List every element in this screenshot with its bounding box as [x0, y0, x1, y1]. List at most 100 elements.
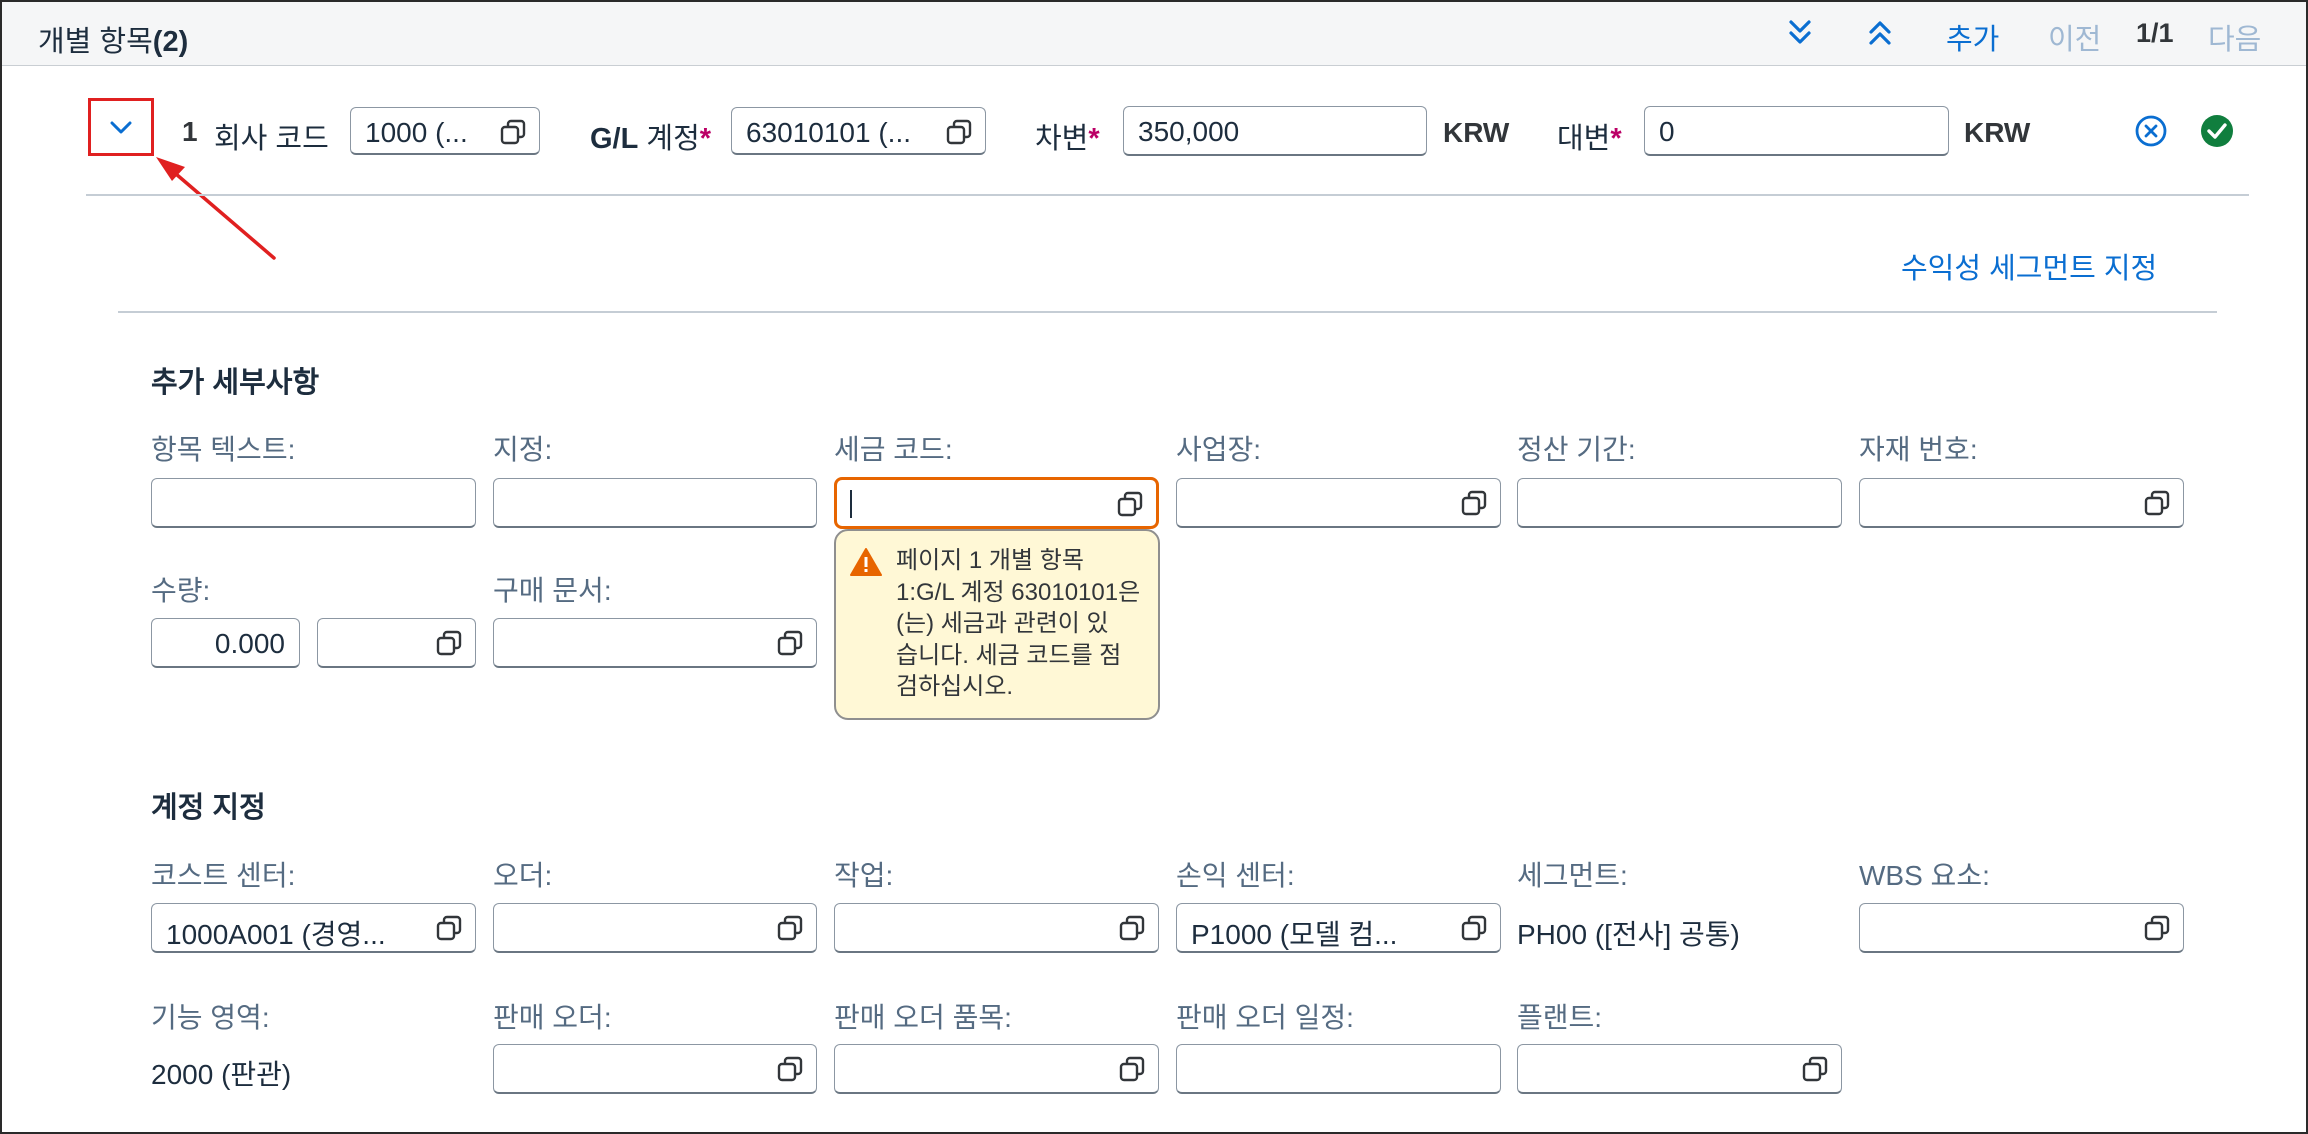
sales-order-item-label: 판매 오더 품목: — [834, 1002, 1012, 1033]
line-items-title: 개별 항목(2) — [38, 18, 188, 60]
sales-order-schedule-field[interactable] — [1176, 1044, 1501, 1094]
value-help-icon[interactable] — [2143, 489, 2171, 517]
activity-label: 작업: — [834, 860, 894, 891]
add-item-button[interactable]: 추가 — [1946, 16, 1999, 58]
item-number: 1 — [182, 116, 198, 147]
company-code-field[interactable]: 1000 (... — [350, 107, 540, 155]
required-marker: * — [699, 123, 712, 155]
item-text-label: 항목 텍스트: — [151, 434, 296, 465]
value-help-icon[interactable] — [2143, 914, 2171, 942]
item-text-field[interactable] — [151, 478, 476, 528]
page-indicator: 1/1 — [2136, 18, 2174, 48]
check-status-icon — [2201, 115, 2233, 147]
tax-code-label: 세금 코드: — [834, 434, 953, 465]
plant-field[interactable] — [1517, 1044, 1842, 1094]
credit-currency: KRW — [1964, 117, 2031, 148]
debit-label: 차변* — [1035, 115, 1100, 157]
quantity-label: 수량: — [151, 575, 211, 606]
line-items-toolbar: 개별 항목(2) 추가 이전 1/1 다음 — [2, 2, 2306, 66]
activity-field[interactable] — [834, 903, 1159, 953]
gl-account-label: G/L 계정* — [590, 115, 711, 157]
profit-center-label: 손익 센터: — [1176, 860, 1295, 891]
assignment-field[interactable] — [493, 478, 817, 528]
cost-center-field[interactable]: 1000A001 (경영... — [151, 903, 476, 953]
line-items-title-text: 개별 항목 — [38, 26, 153, 58]
chevron-down-icon — [110, 121, 132, 134]
next-page-button[interactable]: 다음 — [2208, 16, 2261, 58]
tax-code-warning-popover: 페이지 1 개별 항목 1:G/L 계정 63010101은 (는) 세금과 관… — [834, 529, 1160, 720]
purchasing-doc-label: 구매 문서: — [493, 575, 612, 606]
value-help-icon[interactable] — [435, 629, 463, 657]
profit-center-value: P1000 (모델 컴... — [1191, 919, 1398, 950]
value-help-icon[interactable] — [435, 914, 463, 942]
company-code-value: 1000 (... — [365, 117, 468, 148]
tax-code-field[interactable] — [834, 477, 1159, 529]
functional-area-label: 기능 영역: — [151, 1002, 270, 1033]
gl-account-label-prefix: G/L — [590, 123, 639, 155]
required-marker: * — [1610, 123, 1622, 155]
sales-order-item-field[interactable] — [834, 1044, 1159, 1094]
quantity-value: 0.000 — [214, 628, 285, 659]
functional-area-value: 2000 (판관) — [151, 1059, 292, 1090]
purchasing-doc-field[interactable] — [493, 618, 817, 668]
sales-order-label: 판매 오더: — [493, 1002, 612, 1033]
text-cursor — [850, 490, 852, 518]
warning-icon — [850, 548, 882, 576]
value-help-icon[interactable] — [1460, 914, 1488, 942]
debit-currency: KRW — [1443, 117, 1510, 148]
wbs-label: WBS 요소: — [1859, 860, 1990, 891]
gl-account-field[interactable]: 63010101 (... — [731, 107, 986, 155]
business-place-label: 사업장: — [1176, 434, 1262, 465]
details-divider — [118, 311, 2217, 313]
value-help-icon[interactable] — [776, 1055, 804, 1083]
cost-center-label: 코스트 센터: — [151, 860, 296, 891]
wbs-field[interactable] — [1859, 903, 2184, 953]
value-help-icon[interactable] — [1118, 1055, 1146, 1083]
settlement-period-field[interactable] — [1517, 478, 1842, 528]
credit-amount-field[interactable]: 0 — [1644, 106, 1949, 156]
value-help-icon[interactable] — [945, 118, 973, 146]
required-marker: * — [1088, 123, 1100, 155]
value-help-icon[interactable] — [1460, 489, 1488, 517]
quantity-field[interactable]: 0.000 — [151, 618, 300, 668]
additional-details-title: 추가 세부사항 — [151, 367, 320, 399]
value-help-icon[interactable] — [1116, 490, 1144, 518]
order-label: 오더: — [493, 860, 553, 891]
annotation-arrow — [156, 157, 276, 260]
value-help-icon[interactable] — [776, 914, 804, 942]
value-help-icon[interactable] — [1801, 1055, 1829, 1083]
order-field[interactable] — [493, 903, 817, 953]
sales-order-field[interactable] — [493, 1044, 817, 1094]
cost-center-value: 1000A001 (경영... — [166, 919, 386, 950]
material-number-label: 자재 번호: — [1859, 434, 1978, 465]
assignment-label: 지정: — [493, 434, 553, 465]
value-help-icon[interactable] — [776, 629, 804, 657]
gl-account-label-text: 계정 — [646, 123, 700, 155]
sales-order-schedule-label: 판매 오더 일정: — [1176, 1002, 1354, 1033]
line-items-count: (2) — [152, 26, 189, 58]
line-items-panel: 개별 항목(2) 추가 이전 1/1 다음 1 회사 코드 1000 (... … — [0, 0, 2308, 1134]
credit-label-text: 대변 — [1557, 123, 1611, 155]
delete-item-icon[interactable] — [2134, 114, 2168, 148]
expand-all-icon[interactable] — [1783, 16, 1817, 50]
debit-label-text: 차변 — [1035, 123, 1089, 155]
collapse-all-icon[interactable] — [1863, 16, 1897, 50]
credit-amount-value: 0 — [1659, 116, 1675, 147]
profit-center-field[interactable]: P1000 (모델 컴... — [1176, 903, 1501, 953]
value-help-icon[interactable] — [499, 118, 527, 146]
settlement-period-label: 정산 기간: — [1517, 434, 1636, 465]
plant-label: 플랜트: — [1517, 1002, 1603, 1033]
debit-amount-value: 350,000 — [1138, 116, 1240, 147]
material-number-field[interactable] — [1859, 478, 2184, 528]
tax-code-warning-text: 페이지 1 개별 항목 1:G/L 계정 63010101은 (는) 세금과 관… — [896, 547, 1141, 700]
segment-value: PH00 ([전사] 공통) — [1517, 919, 1740, 950]
company-code-label: 회사 코드 — [214, 123, 329, 155]
previous-page-button[interactable]: 이전 — [2048, 16, 2101, 58]
quantity-unit-field[interactable] — [317, 618, 476, 668]
gl-account-value: 63010101 (... — [746, 117, 912, 148]
debit-amount-field[interactable]: 350,000 — [1123, 106, 1427, 156]
profitability-segment-link[interactable]: 수익성 세그먼트 지정 — [1901, 245, 2157, 287]
segment-label: 세그먼트: — [1517, 860, 1628, 891]
value-help-icon[interactable] — [1118, 914, 1146, 942]
business-place-field[interactable] — [1176, 478, 1501, 528]
